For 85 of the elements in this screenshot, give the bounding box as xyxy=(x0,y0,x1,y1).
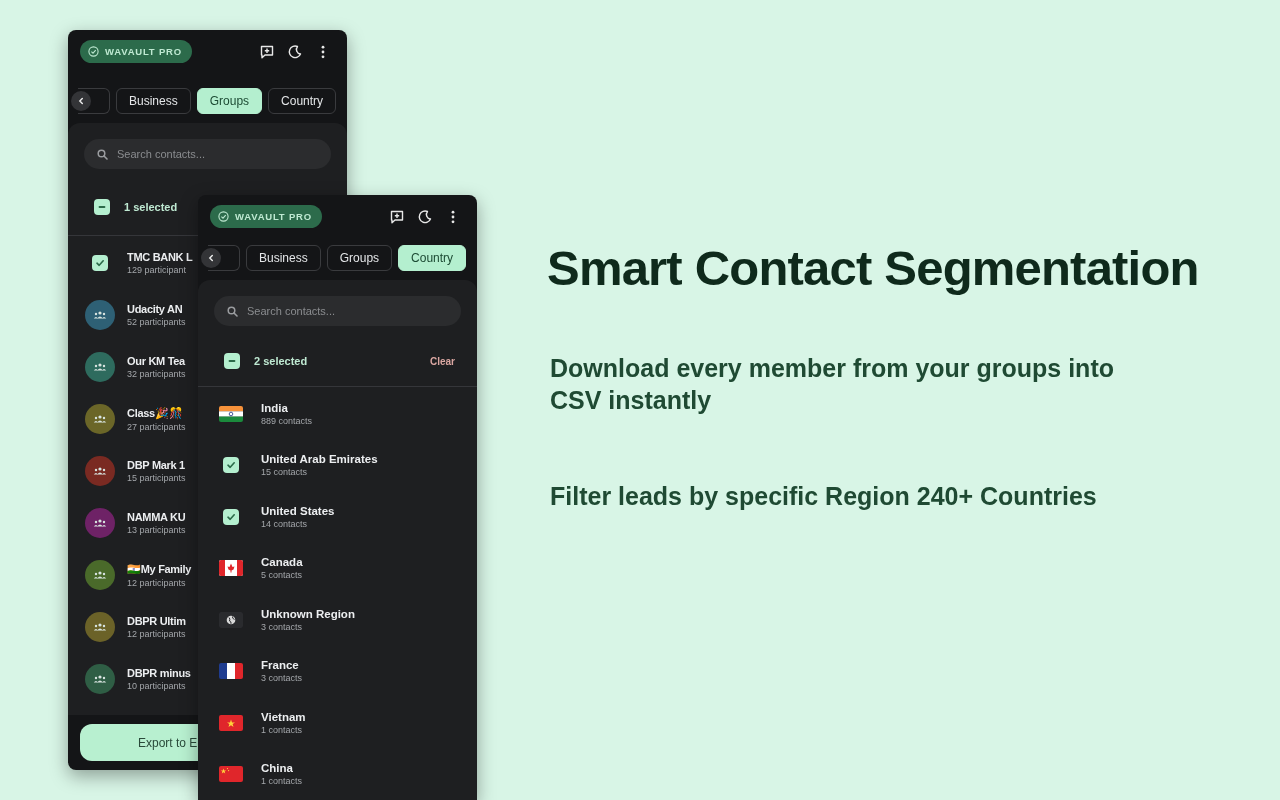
flag-icon xyxy=(219,560,243,577)
checkbox[interactable] xyxy=(94,199,110,215)
contact-name: Our KM Tea xyxy=(127,355,186,367)
contact-name: TMC BANK L xyxy=(127,251,193,263)
checkbox[interactable] xyxy=(224,353,240,370)
add-message-icon[interactable] xyxy=(389,208,405,225)
headline: Smart Contact Segmentation xyxy=(547,240,1200,296)
checkbox[interactable] xyxy=(92,255,108,271)
contact-name: United States xyxy=(261,504,335,517)
clear-button[interactable]: Clear xyxy=(430,355,455,367)
people-icon xyxy=(93,310,107,320)
check-circle-icon xyxy=(88,46,99,57)
contact-count: 15 participants xyxy=(127,473,186,483)
contact-name: Vietnam xyxy=(261,710,306,723)
checkbox[interactable] xyxy=(223,508,239,525)
people-icon xyxy=(93,518,107,528)
add-message-icon[interactable] xyxy=(259,43,275,60)
contact-count: 3 contacts xyxy=(261,621,304,632)
contact-count: 889 contacts xyxy=(261,415,313,426)
filter-tab[interactable]: Business xyxy=(116,88,191,114)
contact-name: China xyxy=(261,762,294,775)
contact-count: 10 participants xyxy=(127,681,187,691)
contact-name: Canada xyxy=(261,556,303,569)
contact-name: Class🎉🎊 xyxy=(127,406,184,420)
flag-icon xyxy=(219,405,243,422)
filter-tab[interactable]: Country xyxy=(268,88,337,114)
check-icon xyxy=(95,258,105,268)
contact-name: France xyxy=(261,659,300,672)
feature-text: Filter leads by specific Region 240+ Countries xyxy=(550,481,1098,512)
contact-count: 27 participants xyxy=(127,421,186,432)
contact-count: 52 participants xyxy=(127,317,186,327)
people-icon xyxy=(93,466,107,476)
search-icon xyxy=(227,306,238,317)
contact-count: 12 participants xyxy=(127,577,187,588)
contact-name: India xyxy=(261,401,289,414)
filter-tab[interactable]: Business xyxy=(246,245,321,271)
selection-count: 2 selected xyxy=(254,355,308,368)
search-field[interactable]: Search contacts... xyxy=(214,296,461,326)
contact-name: 🇮🇳My Family xyxy=(127,562,192,576)
contact-count: 32 participants xyxy=(127,369,186,379)
check-icon xyxy=(226,460,236,471)
contact-count: 129 participant xyxy=(127,265,188,275)
search-icon xyxy=(97,149,108,160)
contact-count: 5 contacts xyxy=(261,570,303,581)
badge-label: WAVAULT PRO xyxy=(105,46,182,57)
contact-name: Unknown Region xyxy=(261,607,355,620)
contact-name: DBPR minus xyxy=(127,667,191,679)
people-icon xyxy=(93,362,107,372)
contact-count: 13 participants xyxy=(127,525,186,535)
checkbox[interactable] xyxy=(223,457,239,474)
people-icon xyxy=(93,674,107,684)
filter-tab[interactable]: Groups xyxy=(326,245,393,271)
chevron-left-icon xyxy=(207,254,215,262)
people-icon xyxy=(93,622,107,632)
people-icon xyxy=(93,570,107,580)
people-icon xyxy=(93,414,107,424)
contact-count: 1 contacts xyxy=(261,724,304,735)
chevron-left-icon xyxy=(77,97,85,105)
contact-count: 3 contacts xyxy=(261,673,303,684)
flag-icon xyxy=(219,663,243,680)
export-button[interactable]: Export to E xyxy=(80,724,198,761)
contact-name: United Arab Emirates xyxy=(261,453,378,466)
contact-name: DBPR Ultim xyxy=(127,615,186,627)
contact-name: Udacity AN xyxy=(127,303,184,315)
filter-tab[interactable]: Groups xyxy=(196,88,263,114)
contact-count: 14 contacts xyxy=(261,518,309,529)
check-icon xyxy=(226,511,236,522)
flag-icon xyxy=(219,766,243,783)
globe-icon xyxy=(219,611,243,628)
scroll-left-button[interactable] xyxy=(201,248,221,268)
flag-icon xyxy=(219,714,243,731)
feature-text: Download every member from your groups into CSV instantly xyxy=(550,353,1115,416)
scroll-left-button[interactable] xyxy=(71,91,91,111)
badge-label: WAVAULT PRO xyxy=(235,211,312,222)
contact-name: DBP Mark 1 xyxy=(127,459,186,471)
search-field[interactable]: Search contacts... xyxy=(84,139,331,169)
contact-count: 15 contacts xyxy=(261,467,309,478)
filter-tab[interactable]: Country xyxy=(398,245,467,271)
moon-icon[interactable] xyxy=(417,208,433,225)
check-circle-icon xyxy=(218,211,229,222)
moon-icon[interactable] xyxy=(287,43,303,60)
contact-name: NAMMA KU xyxy=(127,511,186,523)
contact-count: 1 contacts xyxy=(261,776,303,787)
contact-count: 12 participants xyxy=(127,629,186,639)
selection-count: 1 selected xyxy=(124,201,178,213)
